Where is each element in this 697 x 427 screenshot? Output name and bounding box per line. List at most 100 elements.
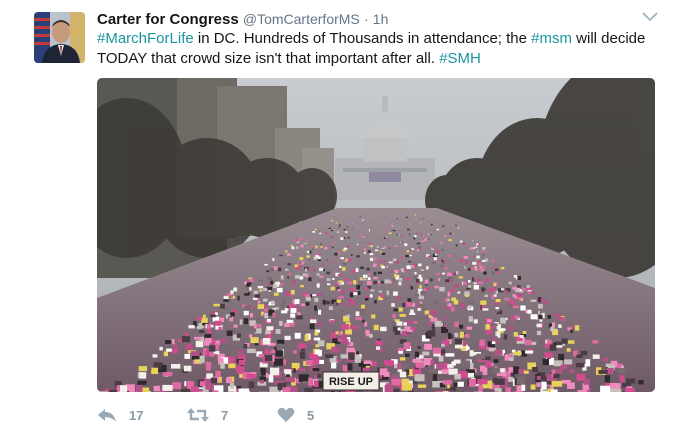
crowd-speckle — [445, 306, 451, 310]
crowd-speckle — [244, 305, 251, 310]
tweet-photo[interactable]: RISE UP — [97, 78, 655, 392]
crowd-speckle — [344, 277, 349, 282]
crowd-speckle — [459, 259, 463, 263]
crowd-speckle — [348, 303, 353, 307]
crowd-speckle — [353, 280, 357, 285]
crowd-speckle — [281, 310, 288, 314]
crowd-speckle — [367, 273, 372, 276]
crowd-speckle — [98, 391, 109, 392]
crowd-speckle — [305, 296, 311, 301]
crowd-speckle — [390, 320, 396, 327]
crowd-speckle — [478, 384, 483, 392]
crowd-speckle — [482, 367, 488, 375]
crowd-speckle — [543, 300, 549, 304]
crowd-speckle — [397, 348, 404, 351]
crowd-speckle — [447, 291, 451, 297]
crowd-speckle — [301, 261, 305, 263]
crowd-speckle — [359, 309, 366, 315]
crowd-speckle — [261, 369, 266, 376]
crowd-speckle — [285, 250, 288, 253]
crowd-speckle — [230, 382, 235, 389]
crowd-speckle — [312, 368, 320, 372]
crowd-speckle — [334, 391, 339, 392]
crowd-speckle — [310, 319, 317, 323]
hashtag-marchforlife[interactable]: #MarchForLife — [97, 30, 194, 47]
crowd-speckle — [481, 250, 485, 252]
crowd-speckle — [314, 305, 317, 311]
crowd-speckle — [173, 343, 178, 350]
crowd-speckle — [478, 260, 481, 264]
crowd-speckle — [298, 368, 306, 372]
crowd-speckle — [463, 256, 468, 259]
crowd-speckle — [401, 241, 404, 244]
reply-button[interactable]: 17 — [97, 403, 143, 427]
crowd-speckle — [280, 283, 284, 286]
crowd-speckle — [342, 263, 347, 266]
crowd-speckle — [254, 294, 260, 298]
crowd-speckle — [574, 325, 580, 331]
crowd-speckle — [360, 245, 363, 247]
crowd-speckle — [284, 322, 290, 327]
hashtag-smh[interactable]: #SMH — [439, 50, 481, 67]
crowd-speckle — [183, 365, 192, 372]
crowd-speckle — [422, 308, 428, 311]
crowd-speckle — [276, 343, 282, 351]
crowd-speckle — [410, 286, 413, 290]
crowd-speckle — [409, 254, 412, 257]
crowd-speckle — [332, 313, 337, 319]
crowd-speckle — [406, 320, 413, 324]
crowd-speckle — [429, 368, 437, 374]
crowd-speckle — [347, 236, 350, 239]
crowd-speckle — [384, 279, 390, 284]
crowd-speckle — [290, 308, 297, 313]
crowd-speckle — [285, 268, 289, 271]
hashtag-msm[interactable]: #msm — [531, 30, 572, 47]
crowd-speckle — [297, 343, 307, 349]
crowd-speckle — [362, 219, 364, 221]
crowd-speckle — [347, 298, 352, 302]
crowd-speckle — [199, 330, 205, 334]
crowd-speckle — [381, 247, 385, 249]
tweet-header: Carter for Congress @TomCarterforMS · 1h — [97, 10, 657, 29]
avatar[interactable] — [34, 12, 85, 63]
crowd-speckle — [453, 284, 460, 288]
crowd-speckle — [248, 381, 255, 389]
retweet-button[interactable]: 7 — [187, 403, 228, 427]
crowd-speckle — [575, 362, 585, 368]
crowd-speckle — [250, 337, 259, 344]
tweet-timestamp[interactable]: 1h — [373, 11, 389, 27]
crowd-speckle — [526, 287, 532, 290]
crowd-speckle — [172, 382, 182, 390]
crowd-speckle — [382, 252, 386, 255]
crowd-speckle — [411, 302, 416, 307]
crowd-speckle — [243, 310, 249, 316]
crowd-speckle — [399, 314, 406, 317]
crowd-speckle — [236, 334, 241, 338]
crowd-speckle — [361, 304, 365, 309]
crowd-speckle — [476, 255, 480, 259]
crowd-speckle — [383, 246, 386, 248]
like-button[interactable]: 5 — [277, 403, 314, 427]
crowd-speckle — [305, 294, 311, 297]
crowd-speckle — [386, 266, 389, 268]
crowd-speckle — [396, 218, 398, 220]
crowd-speckle — [300, 244, 304, 248]
crowd-speckle — [266, 326, 274, 331]
author-handle[interactable]: @TomCarterforMS — [243, 11, 360, 27]
crowd-speckle — [342, 267, 346, 271]
crowd-speckle — [433, 257, 437, 261]
crowd-speckle — [431, 324, 436, 330]
crowd-speckle — [387, 247, 392, 249]
crowd-speckle — [272, 312, 276, 318]
chevron-down-icon — [642, 12, 658, 22]
crowd-speckle — [610, 383, 621, 389]
crowd-speckle — [558, 353, 565, 361]
crowd-speckle — [304, 334, 309, 341]
crowd-speckle — [442, 225, 445, 227]
more-options-button[interactable] — [640, 9, 660, 25]
crowd-speckle — [450, 306, 455, 312]
author-name[interactable]: Carter for Congress — [97, 11, 239, 28]
crowd-speckle — [302, 324, 309, 329]
crowd-speckle — [385, 228, 387, 230]
crowd-speckle — [226, 306, 229, 310]
